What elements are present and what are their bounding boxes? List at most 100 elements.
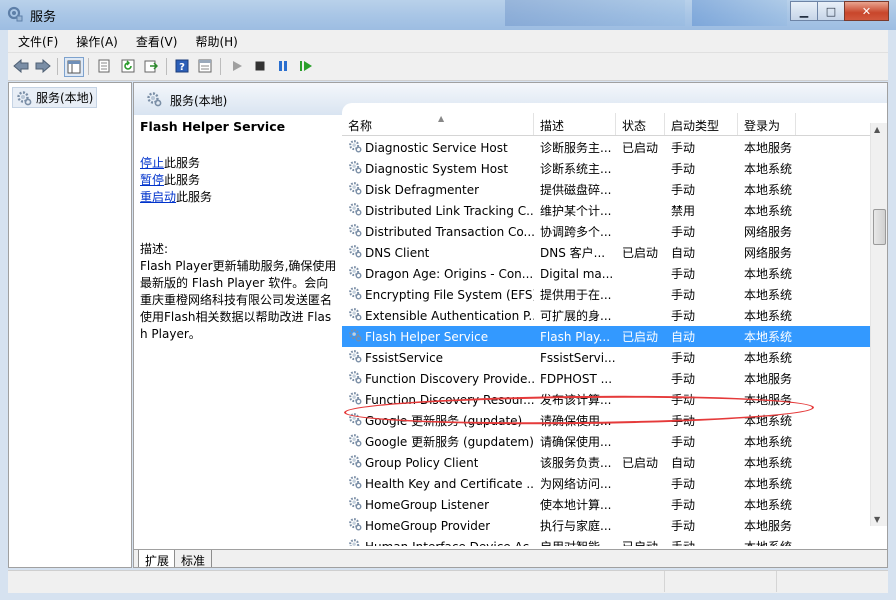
service-startup-type: 自动	[671, 246, 696, 260]
service-name: Encrypting File System (EFS)	[365, 287, 534, 302]
column-status[interactable]: 状态	[616, 113, 665, 135]
action-suffix: 此服务	[164, 156, 201, 170]
service-startup-type: 手动	[671, 477, 696, 491]
start-service-button[interactable]	[228, 57, 246, 75]
service-name-cell: Google 更新服务 (gupdatem)	[342, 433, 534, 450]
service-description: 启用对智能...	[534, 538, 616, 546]
table-row[interactable]: FssistService FssistServi... 手动 本地系统	[342, 347, 872, 368]
service-status: 已启动	[622, 246, 659, 260]
restart-service-link[interactable]: 重启动	[140, 190, 176, 204]
service-logon: 本地系统	[744, 204, 793, 218]
table-row[interactable]: Health Key and Certificate ... 为网络访问... 手动…	[342, 473, 872, 494]
window-controls: ▁ □ ✕	[790, 1, 889, 21]
service-logon: 本地系统	[744, 498, 793, 512]
stop-service-link[interactable]: 停止	[140, 156, 164, 170]
tree-item-services-local[interactable]: 服务(本地)	[12, 87, 98, 108]
service-gear-icon	[348, 349, 362, 366]
main-pane-title: 服务(本地)	[170, 94, 228, 108]
table-row[interactable]: Function Discovery Provide... FDPHOST ...…	[342, 368, 872, 389]
service-gear-icon	[348, 139, 362, 156]
scroll-up-icon[interactable]: ▲	[874, 125, 880, 134]
tab-extended[interactable]: 扩展	[138, 550, 177, 567]
service-startup-type: 禁用	[671, 204, 696, 218]
table-row[interactable]: Google 更新服务 (gupdatem) 请确保使用... 手动 本地系统	[342, 431, 872, 452]
menu-action[interactable]: 操作(A)	[66, 33, 126, 50]
table-row[interactable]: Google 更新服务 (gupdate) 请确保使用... 手动 本地系统	[342, 410, 872, 431]
table-row[interactable]: HomeGroup Listener 使本地计算... 手动 本地系统	[342, 494, 872, 515]
pause-service-button[interactable]	[274, 57, 292, 75]
column-description[interactable]: 描述	[534, 113, 616, 135]
status-bar	[8, 570, 888, 593]
service-startup-type: 手动	[671, 498, 696, 512]
tab-standard[interactable]: 标准	[174, 550, 213, 567]
service-description: FssistServi...	[540, 350, 616, 365]
forward-button[interactable]	[34, 57, 52, 75]
service-startup-type: 手动	[671, 435, 696, 449]
table-row[interactable]: Encrypting File System (EFS) 提供用于在... 手动 本地…	[342, 284, 872, 305]
service-startup-type: 手动	[671, 519, 696, 533]
show-hide-tree-button[interactable]	[64, 57, 84, 77]
scrollbar-thumb[interactable]	[873, 209, 886, 245]
table-row[interactable]: Extensible Authentication P... 可扩展的身... 手动…	[342, 305, 872, 326]
service-details-panel: Flash Helper Service 停止此服务 暂停此服务 重启动此服务 …	[134, 115, 342, 545]
console-tree-pane: 服务(本地)	[8, 82, 132, 568]
service-gear-icon	[348, 160, 362, 177]
service-name: HomeGroup Provider	[365, 518, 491, 533]
vertical-scrollbar[interactable]: ▲ ▼	[870, 123, 887, 526]
service-startup-type: 手动	[671, 141, 696, 155]
scroll-down-icon[interactable]: ▼	[874, 515, 880, 524]
back-button[interactable]	[12, 57, 30, 75]
menu-help[interactable]: 帮助(H)	[185, 33, 245, 50]
service-status: 已启动	[622, 456, 659, 470]
sort-ascending-icon: ▲	[438, 114, 445, 123]
properties-button[interactable]	[95, 57, 113, 75]
console-view-button[interactable]	[196, 57, 214, 75]
service-name: Diagnostic Service Host	[365, 140, 508, 155]
service-name-cell: Extensible Authentication P...	[342, 307, 534, 324]
table-row[interactable]: Diagnostic System Host 诊断系统主... 手动 本地系统	[342, 158, 872, 179]
stop-service-button[interactable]	[251, 57, 269, 75]
service-name: Group Policy Client	[365, 455, 479, 470]
service-name-cell: Distributed Transaction Co...	[342, 223, 534, 240]
service-gear-icon	[348, 223, 362, 240]
service-name: Google 更新服务 (gupdate)	[365, 414, 523, 428]
menu-bar: 文件(F) 操作(A) 查看(V) 帮助(H)	[8, 30, 888, 53]
menu-view[interactable]: 查看(V)	[126, 33, 186, 50]
table-row[interactable]: Dragon Age: Origins - Con... Digital ma..…	[342, 263, 872, 284]
minimize-button[interactable]: ▁	[790, 1, 818, 21]
help-button[interactable]: ?	[173, 57, 191, 75]
column-startup-type[interactable]: 启动类型	[665, 113, 738, 135]
toolbar-separator	[57, 58, 58, 75]
restart-service-button[interactable]	[297, 57, 315, 75]
close-button[interactable]: ✕	[844, 1, 889, 21]
service-gear-icon	[348, 496, 362, 513]
service-gear-icon	[348, 202, 362, 219]
service-startup-type: 手动	[671, 267, 696, 281]
refresh-button[interactable]	[119, 57, 137, 75]
table-row[interactable]: Distributed Link Tracking C... 维护某个计... 禁用…	[342, 200, 872, 221]
table-row[interactable]: Human Interface Device Ac...启用对智能...已启动手…	[342, 536, 872, 546]
service-gear-icon	[348, 433, 362, 450]
maximize-button[interactable]: □	[817, 1, 845, 21]
service-description: Flash Play...	[540, 329, 611, 344]
table-row[interactable]: Diagnostic Service Host 诊断服务主... 已启动 手动 本地服务	[342, 137, 872, 158]
export-list-button[interactable]	[142, 57, 160, 75]
table-row[interactable]: Disk Defragmenter 提供磁盘碎... 手动 本地系统	[342, 179, 872, 200]
service-startup-type: 手动	[665, 538, 738, 546]
service-name: Distributed Link Tracking C...	[365, 203, 534, 218]
close-icon: ✕	[861, 4, 872, 18]
pause-service-link[interactable]: 暂停	[140, 173, 164, 187]
table-row[interactable]: Group Policy Client 该服务负责... 已启动 自动 本地系统	[342, 452, 872, 473]
table-row[interactable]: DNS Client DNS 客户... 已启动 自动 网络服务	[342, 242, 872, 263]
table-row[interactable]: Function Discovery Resour... 发布该计算... 手动 本地…	[342, 389, 872, 410]
service-logon: 本地系统	[744, 414, 793, 428]
service-description: 请确保使用...	[540, 414, 612, 428]
table-row[interactable]: Distributed Transaction Co... 协调跨多个... 手动 网…	[342, 221, 872, 242]
service-name-cell: Health Key and Certificate ...	[342, 475, 534, 492]
table-row[interactable]: Flash Helper Service Flash Play... 已启动 自动 本地…	[342, 326, 872, 347]
tree-item-label: 服务(本地)	[36, 91, 94, 105]
services-main-pane: 服务(本地) Flash Helper Service 停止此服务 暂停此服务 …	[133, 82, 888, 568]
column-logon-as[interactable]: 登录为	[738, 113, 796, 135]
menu-file[interactable]: 文件(F)	[8, 33, 66, 50]
table-row[interactable]: HomeGroup Provider 执行与家庭... 手动 本地服务	[342, 515, 872, 536]
